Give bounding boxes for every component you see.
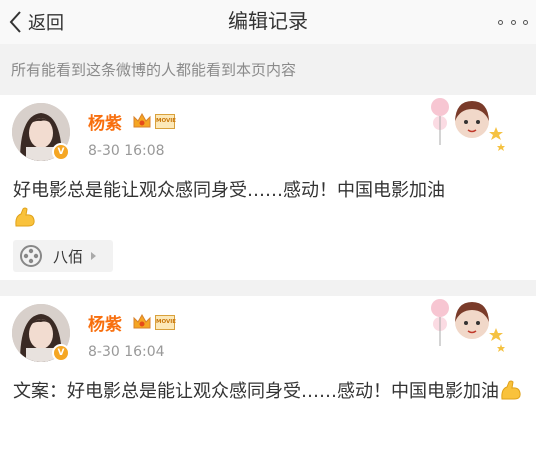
flexed-biceps-emoji	[15, 207, 35, 227]
chevron-right-icon	[91, 252, 97, 260]
verified-badge-icon: V	[52, 344, 70, 362]
author-name[interactable]: 杨紫	[88, 310, 122, 335]
card-decoration-sticker	[426, 296, 506, 352]
more-button[interactable]	[498, 14, 528, 30]
back-chevron-icon	[9, 11, 21, 33]
film-reel-icon	[20, 245, 42, 267]
page-title: 编辑记录	[228, 9, 308, 33]
verified-badge-icon: V	[52, 143, 70, 161]
movie-tag-button[interactable]: 八佰	[13, 240, 113, 272]
visibility-notice: 所有能看到这条微博的人都能看到本页内容	[11, 61, 297, 79]
crown-icon	[133, 112, 151, 128]
post-time: 8-30 16:08	[88, 143, 165, 159]
more-icon	[498, 19, 503, 25]
back-button[interactable]: 返回	[8, 2, 64, 42]
author-name[interactable]: 杨紫	[88, 109, 122, 134]
card-decoration-sticker	[426, 95, 506, 151]
post-text: 好电影总是能让观众感同身受……感动！中国电影加油	[13, 177, 528, 233]
navigation-bar: 返回 编辑记录	[0, 0, 536, 44]
edit-record-card: V 杨紫 MOVIE 8-30 16:08 好电影总是能让观众感同身受……感动！…	[0, 95, 536, 280]
post-text: 文案：好电影总是能让观众感同身受……感动！中国电影加油	[13, 378, 528, 406]
post-time: 8-30 16:04	[88, 344, 165, 360]
flexed-biceps-emoji	[501, 380, 521, 400]
movie-tag-label: 八佰	[53, 247, 84, 266]
movie-badge-icon: MOVIE	[155, 114, 176, 129]
movie-badge-icon: MOVIE	[155, 315, 176, 330]
back-label: 返回	[28, 13, 64, 34]
crown-icon	[133, 313, 151, 329]
edit-record-card: V 杨紫 MOVIE 8-30 16:04 文案：好电影总是能让观众感同身受………	[0, 296, 536, 458]
